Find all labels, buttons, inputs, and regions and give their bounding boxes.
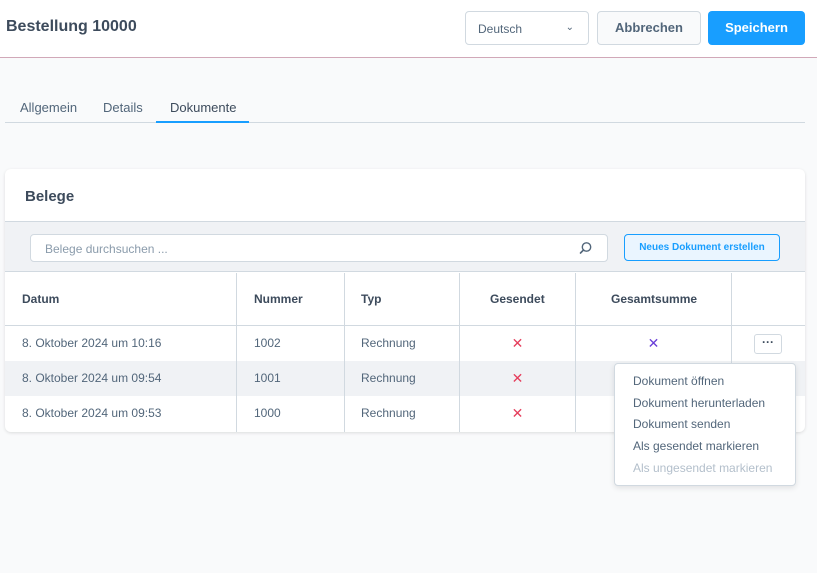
cell-date: 8. Oktober 2024 um 09:53 <box>22 406 162 420</box>
column-divider <box>575 273 576 432</box>
menu-item-send-document[interactable]: Dokument senden <box>633 417 730 431</box>
not-sent-icon: ✕ <box>511 335 524 351</box>
active-tab-indicator <box>156 121 249 123</box>
column-header-date[interactable]: Datum <box>22 273 59 326</box>
cancel-button[interactable]: Abbrechen <box>597 11 701 45</box>
column-header-number[interactable]: Nummer <box>254 273 303 326</box>
cell-type: Rechnung <box>361 371 416 385</box>
row-context-menu-button[interactable]: ··· <box>754 334 782 354</box>
column-divider <box>236 273 237 432</box>
menu-item-mark-unsent: Als ungesendet markieren <box>633 461 773 475</box>
table-row: 8. Oktober 2024 um 10:16 1002 Rechnung ✕… <box>5 326 805 361</box>
table-header: Datum Nummer Typ Gesendet Gesamtsumme <box>5 273 805 326</box>
documents-toolbar: Belege durchsuchen ... Neues Dokument er… <box>5 221 805 272</box>
new-document-button[interactable]: Neues Dokument erstellen <box>624 234 780 261</box>
tab-details[interactable]: Details <box>103 100 143 115</box>
tab-dokumente[interactable]: Dokumente <box>170 100 236 115</box>
tab-bar: Allgemein Details Dokumente <box>5 94 805 123</box>
language-select[interactable]: Deutsch ⌄ <box>465 11 589 45</box>
cell-number: 1000 <box>254 406 281 420</box>
search-placeholder: Belege durchsuchen ... <box>45 242 168 256</box>
not-sent-icon: ✕ <box>511 405 524 421</box>
language-select-value: Deutsch <box>478 22 523 36</box>
cell-number: 1001 <box>254 371 281 385</box>
search-icon <box>579 242 592 254</box>
column-divider <box>459 273 460 432</box>
cell-type: Rechnung <box>361 406 416 420</box>
save-button[interactable]: Speichern <box>708 11 805 45</box>
menu-item-open-document[interactable]: Dokument öffnen <box>633 374 724 388</box>
chevron-down-icon: ⌄ <box>565 22 574 33</box>
not-sent-icon: ✕ <box>511 370 524 386</box>
search-input[interactable]: Belege durchsuchen ... <box>30 234 608 262</box>
top-bar: Bestellung 10000 Deutsch ⌄ Abbrechen Spe… <box>0 0 817 58</box>
card-title: Belege <box>25 188 75 205</box>
cell-date: 8. Oktober 2024 um 09:54 <box>22 371 162 385</box>
context-menu: Dokument öffnen Dokument herunterladen D… <box>614 363 796 486</box>
cell-number: 1002 <box>254 336 281 350</box>
menu-item-download-document[interactable]: Dokument herunterladen <box>633 396 765 410</box>
column-header-total[interactable]: Gesamtsumme <box>611 273 697 326</box>
column-divider <box>344 273 345 432</box>
page-title: Bestellung 10000 <box>6 18 137 35</box>
column-header-type[interactable]: Typ <box>361 273 381 326</box>
menu-item-mark-sent[interactable]: Als gesendet markieren <box>633 439 759 453</box>
total-status-icon: ✕ <box>647 335 660 351</box>
cell-type: Rechnung <box>361 336 416 350</box>
tab-allgemein[interactable]: Allgemein <box>20 100 77 115</box>
cell-date: 8. Oktober 2024 um 10:16 <box>22 336 162 350</box>
column-header-sent[interactable]: Gesendet <box>490 273 545 326</box>
